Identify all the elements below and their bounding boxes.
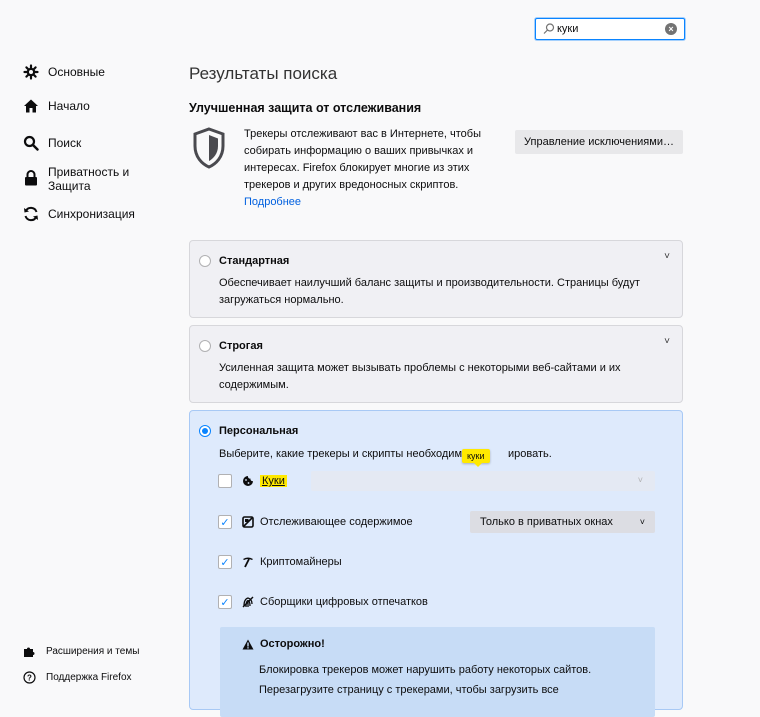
- cookies-checkbox[interactable]: [218, 474, 232, 488]
- tracking-content-checkbox[interactable]: ✓: [218, 515, 232, 529]
- card-description: Обеспечивает наилучший баланс защиты и п…: [219, 277, 640, 306]
- help-icon: ?: [22, 670, 36, 684]
- warning-box: Осторожно! Блокировка трекеров может нар…: [220, 627, 655, 717]
- search-icon: [543, 23, 555, 34]
- section-title: Улучшенная защита от отслеживания: [189, 101, 422, 115]
- cryptominers-label: Криптомайнеры: [260, 556, 342, 568]
- sidebar-item-sync[interactable]: Синхронизация: [22, 205, 135, 223]
- sync-icon: [22, 205, 40, 223]
- puzzle-icon: [22, 644, 36, 658]
- card-title: Строгая: [219, 340, 263, 352]
- standard-protection-card[interactable]: Стандартная ˅ Обеспечивает наилучший бал…: [189, 240, 683, 318]
- tracking-content-dropdown[interactable]: Только в приватных окнах ˅: [470, 511, 655, 533]
- tracking-content-icon: [242, 516, 254, 528]
- custom-desc-start: Выберите, какие трекеры и скрипты необхо…: [219, 448, 463, 460]
- strict-radio[interactable]: [199, 340, 211, 352]
- chevron-down-icon[interactable]: ˅: [664, 336, 670, 347]
- sidebar-item-label: Основные: [48, 65, 105, 79]
- warning-text: Блокировка трекеров может нарушить работ…: [259, 660, 639, 700]
- custom-radio[interactable]: [199, 425, 211, 437]
- sidebar-item-search[interactable]: Поиск: [22, 134, 81, 152]
- standard-radio[interactable]: [199, 255, 211, 267]
- tracking-description: Трекеры отслеживают вас в Интернете, что…: [244, 126, 514, 211]
- chevron-down-icon: ˅: [639, 517, 645, 527]
- cryptominers-option[interactable]: ✓ Криптомайнеры: [218, 555, 342, 569]
- fingerprinters-checkbox[interactable]: ✓: [218, 595, 232, 609]
- warning-title: Осторожно!: [242, 638, 325, 650]
- custom-desc-end: ировать.: [508, 448, 552, 460]
- fingerprinters-label: Сборщики цифровых отпечатков: [260, 596, 428, 608]
- manage-exceptions-button[interactable]: Управление исключениями…: [515, 130, 683, 154]
- cookies-label: Куки: [260, 475, 287, 487]
- fingerprint-icon: [242, 596, 254, 608]
- strict-protection-card[interactable]: Строгая ˅ Усиленная защита может вызыват…: [189, 325, 683, 403]
- dropdown-value: Только в приватных окнах: [480, 516, 613, 528]
- card-description: Усиленная защита может вызывать проблемы…: [219, 362, 621, 391]
- svg-text:?: ?: [27, 673, 32, 682]
- search-icon: [22, 134, 40, 152]
- warning-title-text: Осторожно!: [260, 638, 325, 650]
- sidebar-item-label: Синхронизация: [48, 207, 135, 221]
- cryptominers-checkbox[interactable]: ✓: [218, 555, 232, 569]
- lock-icon: [22, 169, 40, 187]
- page-title: Результаты поиска: [189, 64, 338, 83]
- tracking-content-label: Отслеживающее содержимое: [260, 516, 413, 528]
- pickaxe-icon: [242, 556, 254, 568]
- chevron-down-icon[interactable]: ˅: [664, 251, 670, 262]
- sidebar-extensions-link[interactable]: Расширения и темы: [22, 644, 139, 658]
- sidebar-item-label: Приватность и Защита: [48, 165, 130, 193]
- cookies-option[interactable]: Куки: [218, 474, 287, 488]
- warning-line: Перезагрузите страницу с трекерами, чтоб…: [259, 684, 559, 696]
- home-icon: [22, 97, 40, 115]
- cookies-dropdown: ˅: [311, 471, 655, 491]
- cookie-icon: [242, 475, 254, 487]
- learn-more-link[interactable]: Подробнее: [244, 194, 514, 211]
- sidebar-item-label: Поиск: [48, 136, 82, 150]
- search-match-tooltip: куки: [462, 449, 490, 467]
- chevron-down-icon: ˅: [637, 475, 643, 485]
- search-input[interactable]: [557, 21, 657, 37]
- sidebar-item-label: Начало: [48, 99, 90, 113]
- fingerprinters-option[interactable]: ✓ Сборщики цифровых отпечатков: [218, 595, 428, 609]
- shield-icon: [193, 127, 225, 169]
- custom-protection-card[interactable]: Персональная Выберите, какие трекеры и с…: [189, 410, 683, 717]
- description-text: Трекеры отслеживают вас в Интернете, что…: [244, 128, 481, 191]
- card-description: Выберите, какие трекеры и скрипты необхо…: [219, 446, 659, 463]
- tracking-content-option[interactable]: ✓ Отслеживающее содержимое: [218, 515, 413, 529]
- sidebar-item-general[interactable]: Основные: [22, 63, 105, 81]
- search-box[interactable]: ×: [535, 18, 685, 40]
- card-title: Персональная: [219, 425, 299, 437]
- clear-search-icon[interactable]: ×: [665, 23, 677, 35]
- sidebar-footer-label: Поддержка Firefox: [46, 671, 132, 683]
- card-title: Стандартная: [219, 255, 290, 267]
- sidebar-footer-label: Расширения и темы: [46, 645, 140, 657]
- gear-icon: [22, 63, 40, 81]
- sidebar-item-privacy[interactable]: Приватность и Защита: [22, 163, 148, 193]
- sidebar-support-link[interactable]: ? Поддержка Firefox: [22, 670, 132, 684]
- warning-icon: [242, 639, 254, 649]
- sidebar-item-home[interactable]: Начало: [22, 97, 90, 115]
- warning-line: Блокировка трекеров может нарушить работ…: [259, 664, 592, 676]
